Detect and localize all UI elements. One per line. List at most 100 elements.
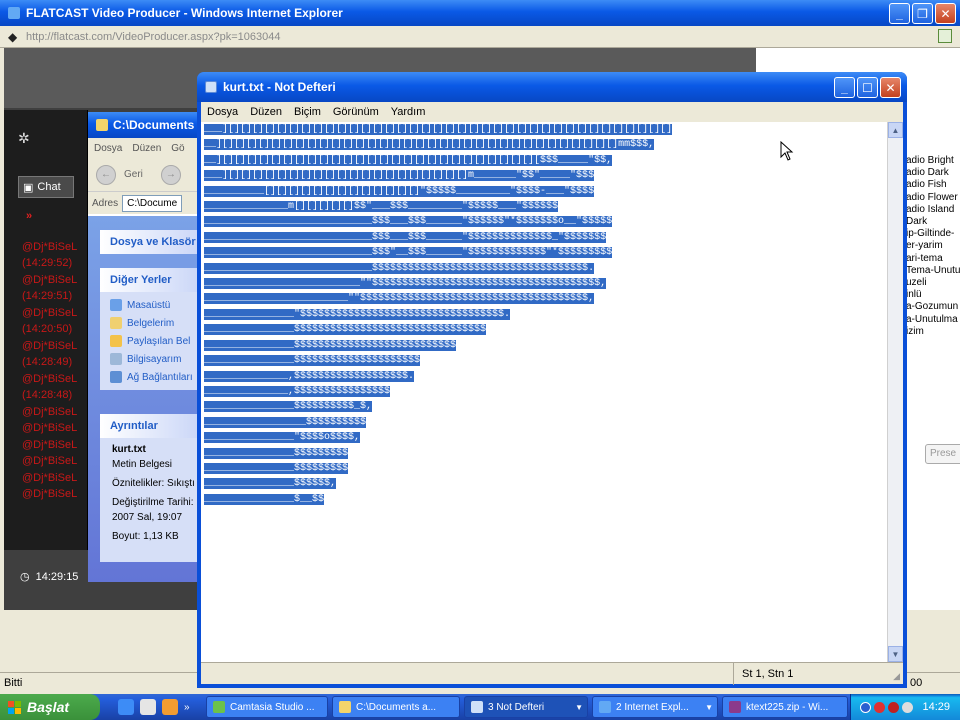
notepad-title-bar[interactable]: kurt.txt - Not Defteri _ ☐ ✕ xyxy=(197,72,907,102)
explorer-window: C:\Documents a Dosya Düzen Gö ← Geri → A… xyxy=(88,112,208,582)
other-place-desktop[interactable]: Masaüstü xyxy=(100,296,208,314)
chat-line: @Dj*BiSeL xyxy=(22,274,78,286)
list-item[interactable]: a-Unutulma xyxy=(906,314,960,326)
list-item[interactable]: Dark xyxy=(906,216,960,228)
menu-gorunum[interactable]: Gö xyxy=(171,143,184,154)
group-arrow-icon: ▼ xyxy=(575,702,583,712)
text-line: __________[][][][][][][][][][][][][]"$$$… xyxy=(204,185,595,197)
maximize-button[interactable]: ☐ xyxy=(857,77,878,98)
quicklaunch-player-icon[interactable] xyxy=(162,699,178,715)
menu-bicim[interactable]: Biçim xyxy=(294,106,321,118)
minimize-button[interactable]: _ xyxy=(834,77,855,98)
other-place-documents[interactable]: Belgelerim xyxy=(100,314,208,332)
tray-volume-icon[interactable] xyxy=(902,701,914,713)
chat-line: @Dj*BiSeL xyxy=(22,307,78,319)
scroll-up-icon[interactable]: ▲ xyxy=(888,122,903,138)
list-item[interactable]: er-yarim xyxy=(906,240,960,252)
cursor-position: St 1, Stn 1 xyxy=(733,663,793,685)
group-arrow-icon: ▼ xyxy=(705,702,713,712)
taskbar-item-camtasia[interactable]: Camtasia Studio ... xyxy=(206,696,328,718)
notepad-icon xyxy=(471,701,483,713)
taskbar-item-explorer[interactable]: C:\Documents a... xyxy=(332,696,460,718)
taskbar: Başlat » Camtasia Studio ... C:\Document… xyxy=(0,694,960,720)
scroll-down-icon[interactable]: ▼ xyxy=(888,646,903,662)
list-item[interactable]: adio Dark xyxy=(906,167,960,179)
chat-line: @Dj*BiSeL xyxy=(22,406,78,418)
minimize-button[interactable]: _ xyxy=(889,3,910,24)
list-item[interactable]: izim xyxy=(906,326,960,338)
other-place-network[interactable]: Ağ Bağlantıları xyxy=(100,368,208,386)
preset-button[interactable]: Prese xyxy=(925,444,960,464)
explorer-title-bar[interactable]: C:\Documents a xyxy=(88,112,208,138)
style-list[interactable]: adio Bright adio Dark adio Fish adio Flo… xyxy=(905,155,960,465)
list-item[interactable]: Tema-Unutu xyxy=(906,265,960,277)
text-line: _______________"$$$$o$$$$, xyxy=(204,432,361,444)
chat-line: @Dj*BiSeL xyxy=(22,422,78,434)
other-places-header[interactable]: Diğer Yerler xyxy=(100,268,208,292)
start-button[interactable]: Başlat xyxy=(0,694,100,720)
file-tasks-header[interactable]: Dosya ve Klasör xyxy=(100,230,208,254)
explorer-toolbar: ← Geri → xyxy=(88,158,208,192)
chat-line: @Dj*BiSeL xyxy=(22,241,78,253)
list-item[interactable]: ari-tema xyxy=(906,253,960,265)
text-line: __________________________""$$$$$$$$$$$$… xyxy=(204,278,607,290)
other-place-computer[interactable]: Bilgisayarım xyxy=(100,350,208,368)
ie-address-bar[interactable]: ◆ http://flatcast.com/VideoProducer.aspx… xyxy=(0,26,960,48)
taskbar-item-notepad[interactable]: 3 Not Defteri ▼ xyxy=(464,696,588,718)
menu-yardim[interactable]: Yardım xyxy=(391,106,426,118)
task-pane: Dosya ve Klasör Diğer Yerler Masaüstü Be… xyxy=(88,216,208,582)
list-item[interactable]: adio Flower xyxy=(906,192,960,204)
menu-dosya[interactable]: Dosya xyxy=(94,143,122,154)
text-line: ______________,$$$$$$$$$$$$$$$$ xyxy=(204,385,391,397)
settings-icon[interactable]: ✲ xyxy=(18,130,30,147)
notepad-text-area[interactable]: ___][][][][][][][][][][][][][][][][][][]… xyxy=(201,122,887,662)
close-button[interactable]: ✕ xyxy=(935,3,956,24)
list-item[interactable]: adio Island xyxy=(906,204,960,216)
page-icon: ◆ xyxy=(8,30,18,44)
tray-network-icon[interactable] xyxy=(860,701,872,713)
list-item[interactable]: uzeli xyxy=(906,277,960,289)
taskbar-item-ie[interactable]: 2 Internet Expl... ▼ xyxy=(592,696,718,718)
list-item[interactable]: ip-Giltinde- xyxy=(906,228,960,240)
list-item[interactable]: adio Fish xyxy=(906,179,960,191)
detail-size: Boyut: 1,13 KB xyxy=(112,531,179,542)
chat-icon: ▣ xyxy=(23,181,34,194)
resize-grip-icon[interactable]: ◢ xyxy=(893,671,900,682)
ie-title-bar[interactable]: FLATCAST Video Producer - Windows Intern… xyxy=(0,0,960,26)
address-input[interactable]: C:\Docume xyxy=(122,194,183,212)
close-button[interactable]: ✕ xyxy=(880,77,901,98)
text-line: ____________________________$$$"__$$$___… xyxy=(204,247,613,259)
text-line: _______________$__$$ xyxy=(204,493,325,505)
text-line: ____________________________$$$$$$$$$$$$… xyxy=(204,262,595,274)
quicklaunch-ie-icon[interactable] xyxy=(118,699,134,715)
compat-icon[interactable] xyxy=(938,29,952,43)
list-item[interactable]: inlü xyxy=(906,289,960,301)
list-item[interactable]: a-Gozumun xyxy=(906,301,960,313)
forward-arrow-icon[interactable]: → xyxy=(160,164,181,185)
zoom-text[interactable]: 00 xyxy=(910,677,922,689)
list-item[interactable]: adio Bright xyxy=(906,155,960,167)
quicklaunch-more-icon[interactable]: » xyxy=(184,702,190,713)
windows-logo-icon xyxy=(8,700,21,714)
vertical-scrollbar[interactable]: ▲ ▼ xyxy=(887,122,903,662)
menu-gorunum[interactable]: Görünüm xyxy=(333,106,379,118)
back-label[interactable]: Geri xyxy=(124,169,143,180)
detail-modified-value: 2007 Sal, 19:07 xyxy=(112,512,183,523)
status-text: Bitti xyxy=(4,676,23,689)
menu-dosya[interactable]: Dosya xyxy=(207,106,238,118)
quicklaunch-search-icon[interactable] xyxy=(140,699,156,715)
menu-duzen[interactable]: Düzen xyxy=(132,143,161,154)
notepad-menu: Dosya Düzen Biçim Görünüm Yardım xyxy=(201,102,903,122)
chat-line: @Dj*BiSeL xyxy=(22,340,78,352)
tray-clock[interactable]: 14:29 xyxy=(922,701,950,713)
taskbar-item-winzip[interactable]: ktext225.zip - Wi... xyxy=(722,696,848,718)
back-arrow-icon[interactable]: ← xyxy=(96,164,116,185)
details-box: Ayrıntılar kurt.txt Metin Belgesi Öznite… xyxy=(100,414,208,562)
maximize-button[interactable]: ❐ xyxy=(912,3,933,24)
tray-media-icon[interactable] xyxy=(888,701,900,713)
chat-button[interactable]: ▣ Chat xyxy=(18,176,74,198)
other-place-shared[interactable]: Paylaşılan Bel xyxy=(100,332,208,350)
tray-antivirus-icon[interactable] xyxy=(874,701,886,713)
details-header[interactable]: Ayrıntılar xyxy=(100,414,208,438)
menu-duzen[interactable]: Düzen xyxy=(250,106,282,118)
